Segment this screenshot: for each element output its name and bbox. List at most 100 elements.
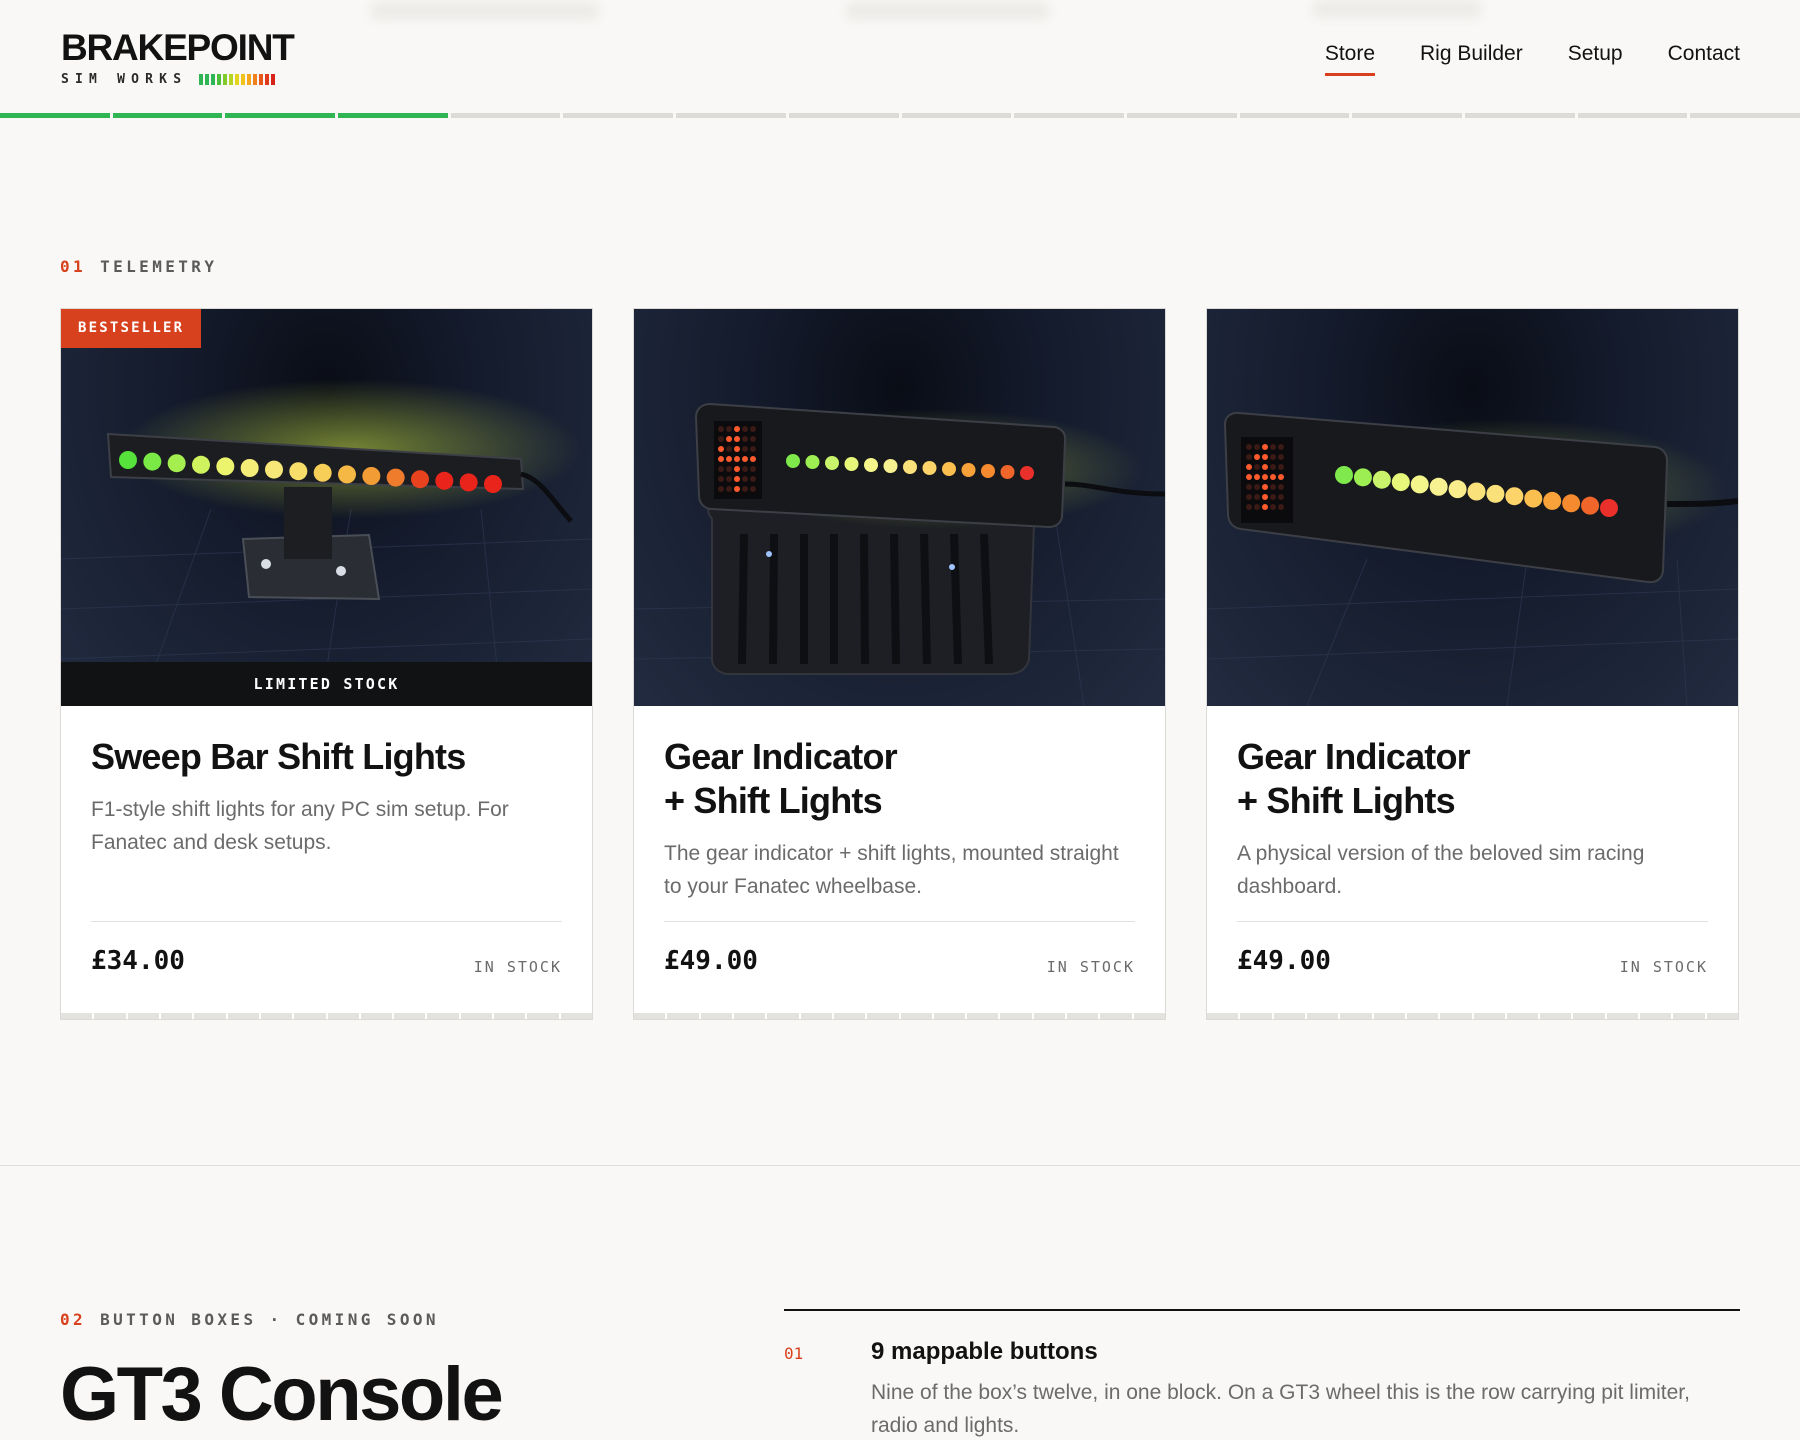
card-tick bbox=[1207, 1013, 1239, 1019]
card-tick bbox=[527, 1013, 559, 1019]
led-light bbox=[119, 451, 137, 469]
gear-digit-dot bbox=[734, 446, 740, 452]
gear-digit-dot bbox=[1262, 444, 1268, 450]
led-light bbox=[1562, 494, 1581, 513]
product-description: F1-style shift lights for any PC sim set… bbox=[91, 798, 509, 854]
card-tick bbox=[1373, 1013, 1405, 1019]
section-number: 02 bbox=[60, 1310, 87, 1329]
led-light bbox=[942, 462, 956, 476]
card-tick bbox=[160, 1013, 193, 1019]
led-light bbox=[825, 456, 839, 470]
led-light bbox=[435, 471, 454, 490]
gear-digit-dot bbox=[750, 436, 756, 442]
progress-segment bbox=[1690, 113, 1800, 118]
nav-item-rig-builder[interactable]: Rig Builder bbox=[1420, 42, 1523, 76]
card-tick bbox=[94, 1013, 126, 1019]
brand-logo[interactable]: BRAKEPOINT SIM WORKS bbox=[61, 27, 295, 88]
logo-led-strip-icon bbox=[199, 74, 276, 85]
gear-digit-dot bbox=[734, 426, 740, 432]
product-price: £49.00 bbox=[664, 946, 758, 976]
gear-digit-dot bbox=[734, 456, 740, 462]
led-light bbox=[192, 455, 210, 474]
led-light bbox=[1020, 466, 1034, 480]
logo-led-segment bbox=[271, 74, 276, 85]
product-title[interactable]: Gear Indicator + Shift Lights bbox=[664, 735, 1135, 823]
product-card-sweep-bar[interactable]: BESTSELLER LIMITED STOCK Sweep Bar Shift… bbox=[60, 308, 593, 1020]
bestseller-badge: BESTSELLER bbox=[61, 309, 202, 348]
gear-digit-dot bbox=[742, 446, 748, 452]
gear-digit-dot bbox=[1278, 494, 1284, 500]
product-card-gear-indicator-dash[interactable]: Gear Indicator + Shift Lights A physical… bbox=[1206, 308, 1739, 1020]
card-tick bbox=[327, 1013, 359, 1019]
gear-digit-dot bbox=[1278, 454, 1284, 460]
progress-segment bbox=[225, 113, 336, 118]
gear-digit-dot bbox=[1262, 464, 1268, 470]
logo-led-segment bbox=[205, 74, 210, 85]
stock-status: IN STOCK bbox=[1046, 958, 1135, 976]
progress-segment bbox=[1352, 113, 1462, 118]
progress-segment bbox=[0, 113, 110, 118]
gear-digit-dot bbox=[742, 436, 748, 442]
progress-segment bbox=[1464, 113, 1575, 118]
card-tick bbox=[360, 1013, 393, 1019]
led-light bbox=[1335, 466, 1353, 484]
led-light bbox=[1581, 496, 1600, 515]
led-light bbox=[844, 457, 859, 471]
led-light bbox=[1000, 465, 1015, 479]
led-light bbox=[1372, 470, 1391, 489]
card-tick bbox=[1540, 1013, 1572, 1019]
logo-title: BRAKEPOINT bbox=[61, 27, 295, 68]
logo-led-segment bbox=[253, 74, 258, 85]
card-tick bbox=[427, 1013, 459, 1019]
nav-item-store[interactable]: Store bbox=[1324, 42, 1376, 76]
gear-digit-dot bbox=[1246, 494, 1252, 500]
gear-digit-dot bbox=[1278, 504, 1284, 510]
gear-digit-dot bbox=[750, 476, 756, 482]
progress-segment bbox=[788, 113, 899, 118]
card-tick bbox=[227, 1013, 259, 1019]
nav-item-setup[interactable]: Setup bbox=[1568, 42, 1623, 76]
card-tick bbox=[800, 1013, 832, 1019]
card-tick bbox=[1606, 1013, 1639, 1019]
gear-digit-dot bbox=[742, 466, 748, 472]
section-divider bbox=[0, 1165, 1800, 1166]
gear-digit-dot bbox=[1270, 454, 1276, 460]
main-nav: Store Rig Builder Setup Contact bbox=[1324, 42, 1740, 76]
card-tick bbox=[1640, 1013, 1672, 1019]
card-tick-strip bbox=[61, 1013, 592, 1019]
card-tick bbox=[1033, 1013, 1066, 1019]
card-tick bbox=[667, 1013, 699, 1019]
section-eyebrow-button-boxes: 02 BUTTON BOXES · COMING SOON bbox=[60, 1310, 439, 1329]
led-light bbox=[1600, 499, 1618, 517]
led-light bbox=[1448, 480, 1467, 499]
product-price: £34.00 bbox=[91, 946, 185, 976]
product-card-gear-indicator-wheelbase[interactable]: Gear Indicator + Shift Lights The gear i… bbox=[633, 308, 1166, 1020]
progress-segment bbox=[563, 113, 674, 118]
led-light bbox=[386, 468, 405, 487]
gear-digit-dot bbox=[742, 426, 748, 432]
gear-digit-dot bbox=[1246, 454, 1252, 460]
progress-segment bbox=[676, 113, 786, 118]
card-tick bbox=[394, 1013, 426, 1019]
led-light bbox=[1505, 487, 1524, 506]
product-title[interactable]: Sweep Bar Shift Lights bbox=[91, 735, 562, 779]
gear-digit-dot bbox=[718, 466, 724, 472]
product-title-line-2: + Shift Lights bbox=[1237, 780, 1456, 821]
logo-subtitle: SIM WORKS bbox=[61, 72, 188, 87]
gear-digit-dot bbox=[1270, 494, 1276, 500]
product-description: The gear indicator + shift lights, mount… bbox=[664, 842, 1119, 898]
feature-title: 9 mappable buttons bbox=[871, 1338, 1098, 1365]
progress-segment bbox=[1014, 113, 1124, 118]
nav-item-contact[interactable]: Contact bbox=[1668, 42, 1740, 76]
led-light bbox=[864, 458, 878, 472]
product-title-line-1: Gear Indicator bbox=[664, 736, 898, 777]
scrolled-content-ghost bbox=[0, 0, 1800, 30]
logo-led-segment bbox=[259, 74, 264, 85]
section-eyebrow-telemetry: 01 TELEMETRY bbox=[60, 257, 217, 276]
gear-digit-dot bbox=[726, 426, 732, 432]
led-light bbox=[922, 461, 937, 475]
gear-digit-dot bbox=[1270, 504, 1276, 510]
product-title[interactable]: Gear Indicator + Shift Lights bbox=[1237, 735, 1708, 823]
gear-indicator-wheelbase-product-image bbox=[634, 309, 1165, 706]
gear-digit-dot bbox=[1262, 484, 1268, 490]
